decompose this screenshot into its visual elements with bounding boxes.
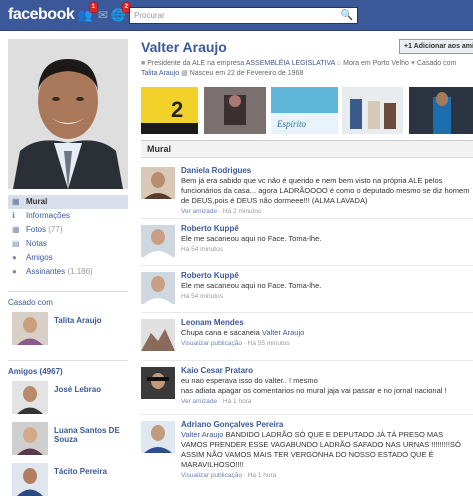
friend-name[interactable]: Tácito Pereira xyxy=(54,467,128,476)
search-input[interactable]: Procurar 🔍 xyxy=(129,7,358,24)
author-photo[interactable] xyxy=(141,272,175,304)
spouse-name[interactable]: Talita Araujo xyxy=(54,316,128,325)
friend-requests-icon[interactable]: 👥 1 xyxy=(77,2,98,22)
post-author[interactable]: Roberto Kuppê xyxy=(181,224,471,234)
post-text: Ele me sacaneou aqui no Face. Toma-lhe. xyxy=(181,234,322,243)
post-author[interactable]: Kaio Cesar Prataro xyxy=(181,366,471,376)
post-text: eu nao esperava isso do valter.. ! mesmo… xyxy=(181,376,447,395)
post-time[interactable]: Há 1 hora xyxy=(223,398,252,405)
wall-post: Leonam Mendes Chupa cana e sacaneia Valt… xyxy=(141,315,473,361)
photo-thumb[interactable]: 2 xyxy=(141,87,198,134)
post-meta: Há 54 minutos xyxy=(181,245,471,255)
info-icon: ℹ xyxy=(12,211,16,220)
post-text: Chupa cana e sacaneia Valter Araujo xyxy=(181,328,305,337)
post-author[interactable]: Leonam Mendes xyxy=(181,318,471,328)
friends-heading[interactable]: Amigos (4967) xyxy=(8,360,128,376)
married-heading: Casado com xyxy=(8,291,128,307)
photo-thumb[interactable] xyxy=(204,87,266,134)
messages-icon[interactable]: ✉ xyxy=(95,8,111,22)
notifications-icon[interactable]: 🌐 2 xyxy=(110,2,131,22)
mention-link[interactable]: Valter Araujo xyxy=(262,328,304,337)
photo-thumb[interactable]: Espírito xyxy=(271,87,338,134)
profile-picture[interactable] xyxy=(8,39,128,189)
spouse-item[interactable]: Talita Araujo xyxy=(8,312,128,348)
friend-name[interactable]: José Lebrao xyxy=(54,385,128,394)
wall-post: Kaio Cesar Prataro eu nao esperava isso … xyxy=(141,363,473,415)
post-time[interactable]: Há 54 minutos xyxy=(181,293,223,300)
post-text: Valter Araujo BANDIDO LADRÃO SÓ QUE E DE… xyxy=(181,430,461,469)
view-post-link[interactable]: Visualizar publicação xyxy=(181,340,242,347)
author-photo[interactable] xyxy=(141,319,175,351)
left-column: ▣ Mural ℹ Informações ▦ Fotos (77) ▤ Notas ●… xyxy=(8,39,128,499)
friend-photo[interactable] xyxy=(12,422,48,455)
post-meta: Visualizar publicação · Há 55 minutos xyxy=(181,340,290,347)
friend-name[interactable]: Luana Santos DE Souza xyxy=(54,426,128,444)
author-photo[interactable] xyxy=(141,167,175,199)
author-photo[interactable] xyxy=(141,367,175,399)
add-friend-button[interactable]: +1 Adicionar aos amigos xyxy=(399,39,473,54)
post-time[interactable]: Há 2 minutos xyxy=(223,208,261,215)
nav-item-fotos[interactable]: ▦ Fotos (77) xyxy=(8,223,128,237)
nav-item-notas[interactable]: ▤ Notas xyxy=(8,237,128,251)
friend-photo[interactable] xyxy=(12,381,48,414)
post-author[interactable]: Daniela Rodrigues xyxy=(181,166,471,176)
friends-icon: ● xyxy=(12,253,17,262)
heart-icon: ♥ xyxy=(410,60,415,67)
post-meta: Ver amizade · Há 2 minutos xyxy=(181,208,262,215)
wall-post: Roberto Kuppê Ele me sacaneou aqui no Fa… xyxy=(141,268,473,313)
work-icon: ■ xyxy=(141,60,146,67)
search-icon[interactable]: 🔍 xyxy=(341,10,353,21)
author-photo[interactable] xyxy=(141,421,175,453)
author-photo[interactable] xyxy=(141,225,175,257)
post-meta: Há 54 minutos xyxy=(181,292,471,302)
main-column: Valter Araujo +1 Adicionar aos amigos ■P… xyxy=(141,39,473,479)
nav-item-amigos[interactable]: ● Amigos xyxy=(8,251,128,265)
photo-strip: 2 Espírito xyxy=(141,87,473,134)
spouse-photo[interactable] xyxy=(12,312,48,345)
post-author[interactable]: Adriano Gonçalves Pereira xyxy=(181,420,471,430)
photos-icon: ▦ xyxy=(12,225,20,234)
tab-mural[interactable]: Mural xyxy=(141,140,473,158)
see-friendship-link[interactable]: Ver amizade xyxy=(181,398,217,405)
wall-post: Roberto Kuppê Ele me sacaneou aqui no Fa… xyxy=(141,221,473,266)
wall-icon: ▣ xyxy=(12,197,20,206)
top-bar: facebook 👥 1 ✉ 🌐 2 Procurar 🔍 xyxy=(0,0,473,31)
view-post-link[interactable]: Visualizar publicação xyxy=(181,472,242,479)
profile-nav: ▣ Mural ℹ Informações ▦ Fotos (77) ▤ Notas ●… xyxy=(8,195,128,279)
photo-thumb[interactable] xyxy=(342,87,403,134)
nav-item-informacoes[interactable]: ℹ Informações xyxy=(8,209,128,223)
profile-info: ■ Presidente da ALE na empresa ASSEMBLÉIA… xyxy=(141,60,457,77)
post-text: Ele me sacaneou aqui no Face. Toma-lhe. xyxy=(181,281,322,290)
friend-item[interactable]: José Lebrao xyxy=(8,381,128,417)
nav-item-assinantes[interactable]: ● Assinantes (1.186) xyxy=(8,265,128,279)
mention-link[interactable]: Valter Araujo xyxy=(181,430,223,439)
facebook-logo[interactable]: facebook xyxy=(8,6,75,24)
home-icon: ⌂ xyxy=(336,60,342,67)
post-time[interactable]: Há 54 minutos xyxy=(181,246,223,253)
svg-text:Espírito: Espírito xyxy=(276,119,307,129)
post-meta: Ver amizade · Há 1 hora xyxy=(181,398,252,405)
wall-post: Daniela Rodrigues Bem já era sabido que … xyxy=(141,163,473,219)
post-time[interactable]: Há 1 hora xyxy=(248,472,277,479)
friend-item[interactable]: Tácito Pereira xyxy=(8,463,128,499)
see-friendship-link[interactable]: Ver amizade xyxy=(181,208,217,215)
svg-text:2: 2 xyxy=(171,97,183,122)
post-text: Bem já era sabido que vc não é querido e… xyxy=(181,176,470,205)
post-time[interactable]: Há 55 minutos xyxy=(248,340,290,347)
calendar-icon: ▦ xyxy=(181,70,188,77)
nav-item-mural[interactable]: ▣ Mural xyxy=(8,195,128,209)
search-placeholder: Procurar xyxy=(134,11,165,20)
notes-icon: ▤ xyxy=(12,239,20,248)
employer-link[interactable]: ASSEMBLÉIA LEGISLATIVA xyxy=(246,60,335,67)
wall-post: Adriano Gonçalves Pereira Valter Araujo … xyxy=(141,417,473,480)
photo-thumb[interactable] xyxy=(409,87,473,134)
subscribers-icon: ● xyxy=(12,267,17,276)
friend-item[interactable]: Luana Santos DE Souza xyxy=(8,422,128,458)
spouse-link[interactable]: Talita Araujo xyxy=(141,70,179,77)
post-author[interactable]: Roberto Kuppê xyxy=(181,271,471,281)
